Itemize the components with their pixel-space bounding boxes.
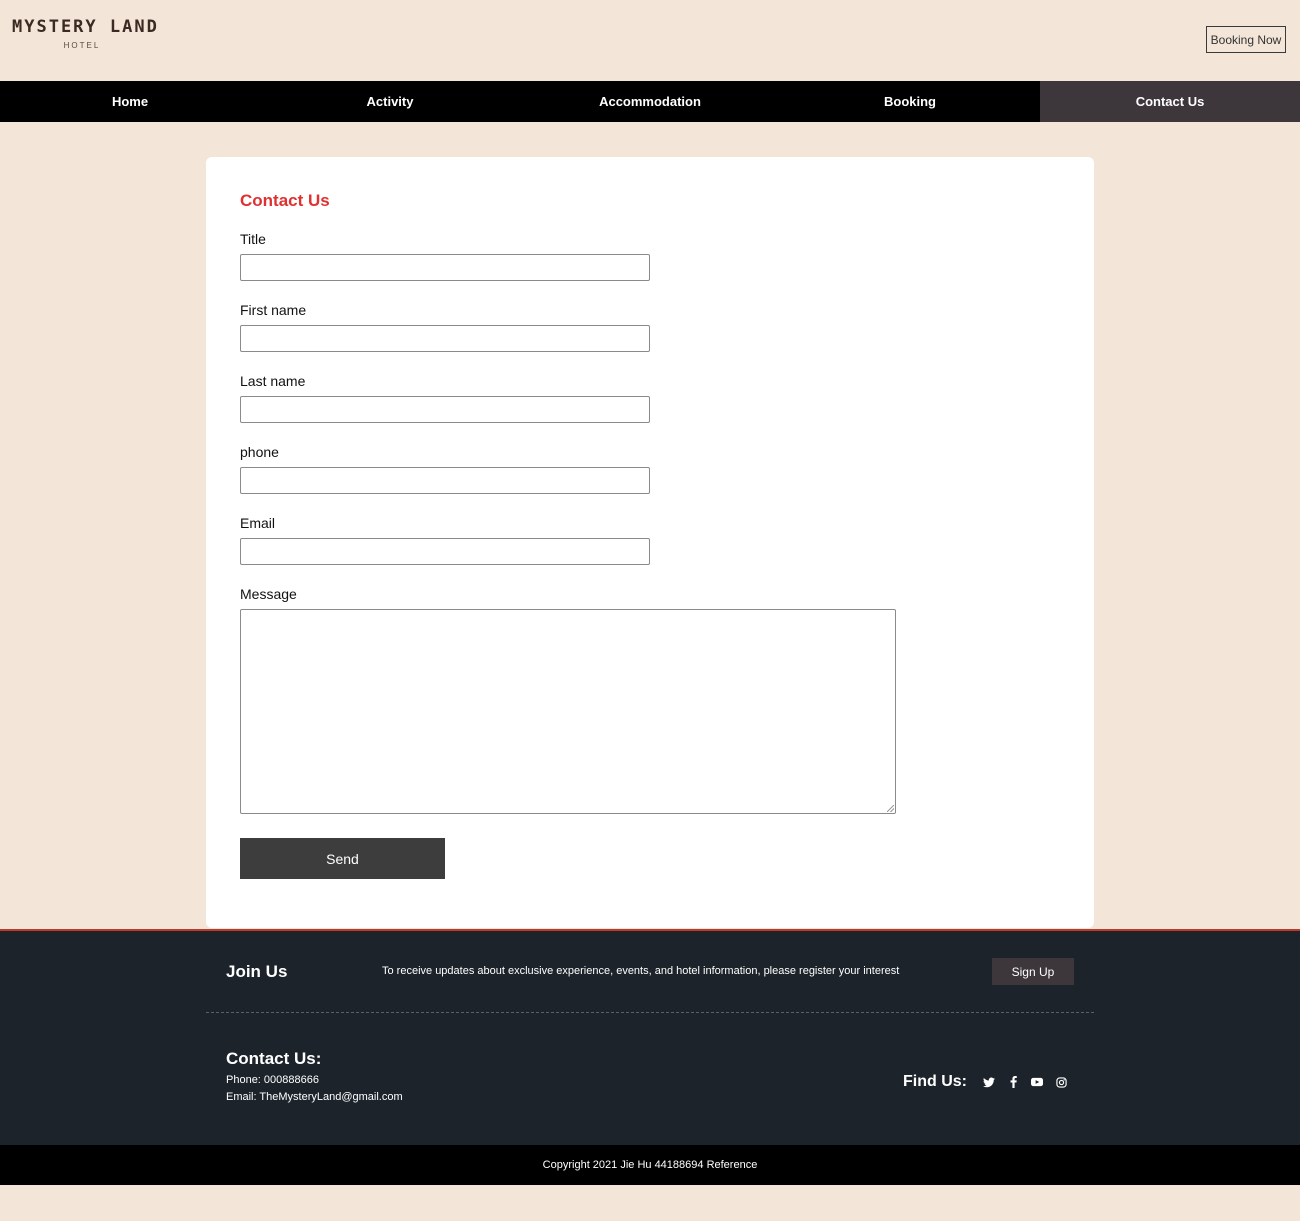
- form-title: Contact Us: [240, 191, 330, 210]
- youtube-icon[interactable]: [1031, 1076, 1043, 1088]
- booking-now-button[interactable]: Booking Now: [1206, 26, 1286, 53]
- footer-phone: Phone: 000888666: [226, 1074, 319, 1086]
- last-name-input[interactable]: [240, 396, 650, 423]
- first-name-label: First name: [240, 302, 307, 318]
- footer-contact-title: Contact Us:: [226, 1049, 322, 1068]
- logo-subtitle: HOTEL: [63, 41, 101, 50]
- copyright-text: Copyright 2021 Jie Hu 44188694 Reference: [542, 1159, 758, 1171]
- main-content: Contact Us Title First name Last name ph…: [0, 122, 1300, 929]
- title-label: Title: [240, 231, 266, 247]
- email-input[interactable]: [240, 538, 650, 565]
- message-textarea[interactable]: [240, 609, 896, 814]
- title-input[interactable]: [240, 254, 650, 281]
- sign-up-button[interactable]: Sign Up: [992, 958, 1074, 985]
- email-label: Email: [240, 515, 276, 531]
- nav-item-accommodation[interactable]: Accommodation: [520, 81, 780, 122]
- site-logo[interactable]: MYSTERY LAND HOTEL: [12, 17, 159, 50]
- nav-item-booking[interactable]: Booking: [780, 81, 1040, 122]
- nav-item-contact-us[interactable]: Contact Us: [1040, 81, 1300, 122]
- resize-grip-icon[interactable]: [887, 805, 894, 812]
- footer-email: Email: TheMysteryLand@gmail.com: [226, 1091, 403, 1103]
- join-us-text: To receive updates about exclusive exper…: [382, 965, 900, 977]
- send-button[interactable]: Send: [240, 838, 445, 879]
- twitter-icon[interactable]: [983, 1076, 995, 1088]
- site-header: MYSTERY LAND HOTEL Booking Now: [0, 0, 1300, 81]
- contact-form-card: Contact Us Title First name Last name ph…: [206, 157, 1094, 928]
- message-label: Message: [240, 586, 297, 602]
- site-footer: Join Us To receive updates about exclusi…: [0, 929, 1300, 1145]
- phone-label: phone: [240, 444, 279, 460]
- join-us-title: Join Us: [226, 962, 288, 981]
- facebook-icon[interactable]: [1007, 1076, 1019, 1088]
- phone-input[interactable]: [240, 467, 650, 494]
- nav-item-home[interactable]: Home: [0, 81, 260, 122]
- find-us-title: Find Us:: [903, 1073, 967, 1090]
- logo-title: MYSTERY LAND: [12, 17, 159, 37]
- last-name-label: Last name: [240, 373, 306, 389]
- copyright-bar: Copyright 2021 Jie Hu 44188694 Reference: [0, 1145, 1300, 1185]
- first-name-input[interactable]: [240, 325, 650, 352]
- find-us: Find Us:: [903, 1073, 1079, 1091]
- instagram-icon[interactable]: [1055, 1076, 1067, 1088]
- join-us-row: Join Us To receive updates about exclusi…: [206, 931, 1094, 1013]
- footer-contact: Contact Us: Phone: 000888666 Email: TheM…: [226, 1049, 403, 1108]
- main-nav: Home Activity Accommodation Booking Cont…: [0, 81, 1300, 122]
- nav-item-activity[interactable]: Activity: [260, 81, 520, 122]
